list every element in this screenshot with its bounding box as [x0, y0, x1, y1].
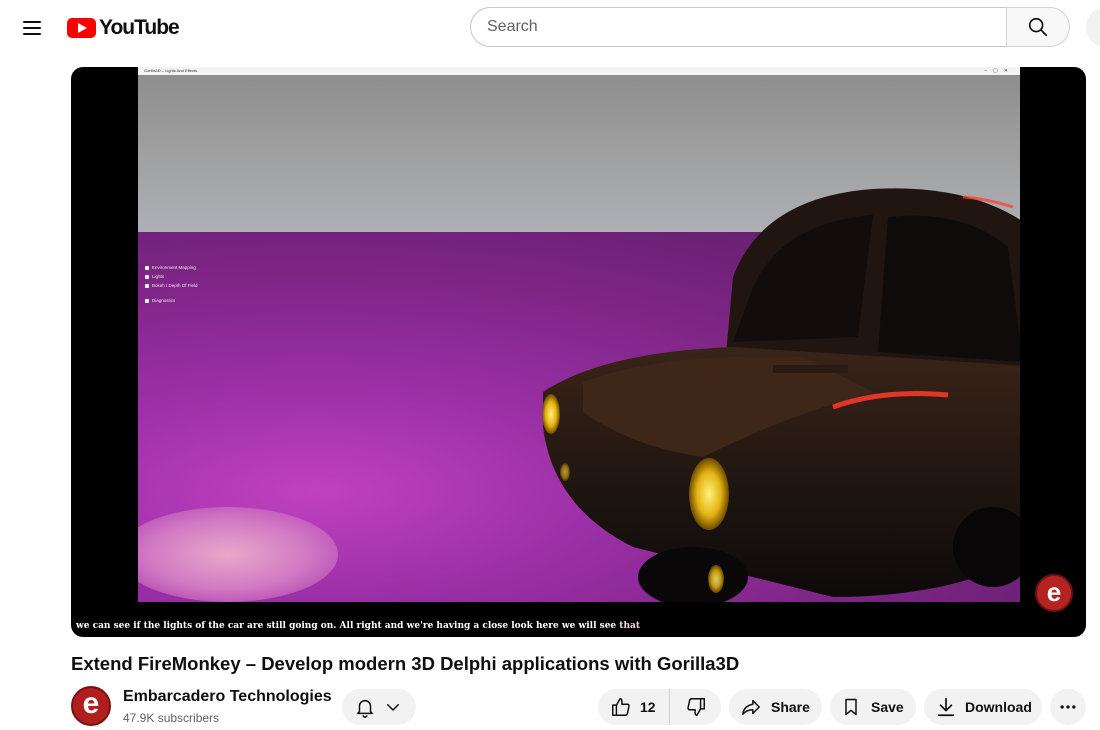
search-input[interactable] [487, 18, 1007, 36]
like-dislike-group: 12 [598, 689, 721, 725]
like-count: 12 [640, 699, 656, 715]
voice-search-button[interactable] [1086, 7, 1100, 47]
thumbs-up-icon [612, 698, 630, 716]
chevron-down-icon [387, 704, 399, 711]
window-controls: –▢✕ [984, 68, 1014, 74]
masthead: YouTube [0, 0, 1100, 56]
notification-bell-button[interactable] [342, 689, 416, 725]
share-label: Share [771, 699, 810, 715]
hamburger-menu-icon[interactable] [14, 10, 50, 46]
video-title: Extend FireMonkey – Develop modern 3D De… [71, 653, 740, 674]
bell-icon [356, 699, 374, 718]
search-icon [1028, 17, 1048, 37]
dislike-button[interactable] [670, 689, 721, 725]
search-box[interactable] [470, 7, 1007, 47]
channel-watermark-logo[interactable]: e [1035, 574, 1073, 612]
more-horizontal-icon [1060, 705, 1076, 709]
thumbs-down-icon [686, 698, 705, 716]
save-button[interactable]: Save [830, 689, 916, 725]
youtube-logo[interactable]: YouTube [67, 16, 180, 40]
video-player[interactable]: Gorilla3D – Lights And Effects –▢✕ Envir… [71, 67, 1086, 637]
channel-name[interactable]: Embarcadero Technologies [123, 688, 332, 706]
download-icon [937, 697, 955, 717]
save-label: Save [871, 699, 904, 715]
more-actions-button[interactable] [1050, 689, 1086, 725]
youtube-play-icon [67, 18, 96, 38]
scene-option: Bokeh / Depth Of Field [145, 281, 198, 290]
scene-option: Diagnostics [145, 296, 198, 305]
channel-avatar[interactable]: e [71, 686, 111, 726]
like-button[interactable]: 12 [598, 689, 670, 725]
share-arrow-icon [742, 699, 760, 716]
app-window-titlebar: Gorilla3D – Lights And Effects –▢✕ [138, 67, 1020, 75]
video-frame: Gorilla3D – Lights And Effects –▢✕ Envir… [138, 67, 1020, 602]
download-button[interactable]: Download [924, 689, 1042, 725]
car-3d-model [542, 188, 1020, 602]
logo-text: YouTube [99, 16, 180, 39]
scene-option: Lights [145, 272, 198, 281]
app-window-title: Gorilla3D – Lights And Effects [144, 68, 198, 73]
bookmark-icon [845, 698, 857, 716]
scene-option: Environment Mapping [145, 263, 198, 272]
closed-caption: we can see if the lights of the car are … [76, 621, 640, 631]
search-button[interactable] [1006, 7, 1070, 47]
share-button[interactable]: Share [729, 689, 822, 725]
scene-options-panel: Environment Mapping Lights Bokeh / Depth… [145, 263, 198, 305]
download-label: Download [965, 699, 1032, 715]
subscriber-count: 47.9K subscribers [123, 711, 220, 725]
